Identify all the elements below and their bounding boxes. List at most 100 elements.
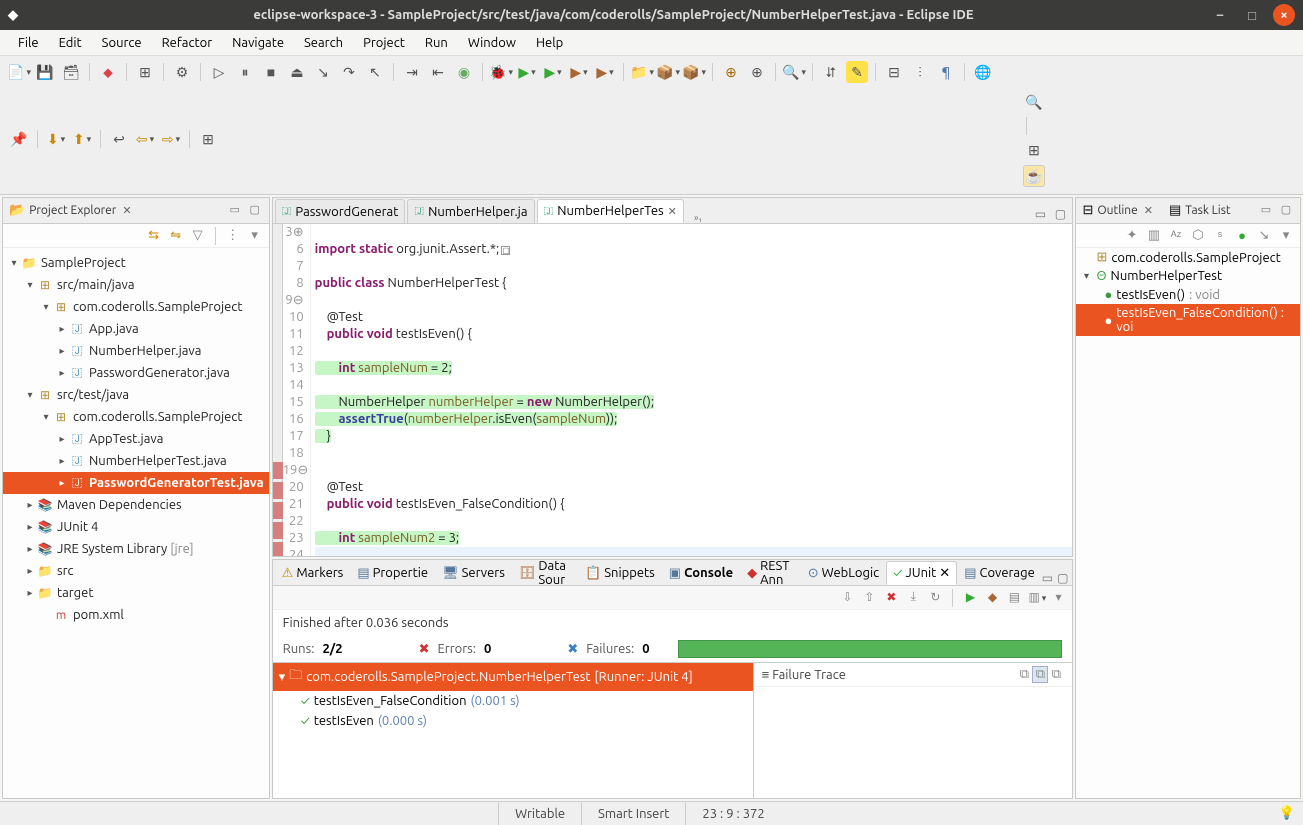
tree-maven[interactable]: ▸📚Maven Dependencies (3, 494, 269, 516)
run-button[interactable]: ▶ (516, 61, 538, 83)
maximize-button[interactable]: □ (1241, 4, 1263, 26)
code-content[interactable]: import static org.junit.Assert.*;▢ publi… (311, 224, 1073, 556)
tree-pkg-test[interactable]: ▾⊞com.coderolls.SampleProject (3, 406, 269, 428)
build-button[interactable]: ⚙ (171, 61, 193, 83)
outline-tree[interactable]: ⊞com.coderolls.SampleProject ▾ΘNumberHel… (1076, 248, 1300, 798)
back-button[interactable]: ⇦ (134, 128, 156, 150)
filter-icon[interactable]: ▽ (190, 228, 206, 244)
menu-help[interactable]: Help (526, 33, 573, 53)
close-button[interactable]: × (1273, 4, 1295, 26)
resume-icon[interactable]: ▷ (208, 61, 230, 83)
focus-icon[interactable]: ⋮ (225, 228, 241, 244)
task-button[interactable]: ◉ (453, 61, 475, 83)
more-tabs-indicator[interactable]: »₁ (686, 212, 710, 223)
maximize-view-icon[interactable]: ▢ (247, 203, 263, 219)
highlight-button[interactable]: ✎ (846, 61, 868, 83)
hide-fields-icon[interactable]: ⬡ (1190, 228, 1206, 244)
rerun-failed-icon[interactable]: ▶ (962, 590, 978, 606)
close-icon[interactable]: ✕ (668, 205, 677, 218)
focus-icon[interactable]: ✦ (1124, 228, 1140, 244)
external-button[interactable]: ▶ (594, 61, 616, 83)
save-button[interactable]: 💾 (34, 61, 56, 83)
tab-datasource[interactable]: 🗄Data Sour (512, 561, 578, 585)
suspend-icon[interactable]: ⏸ (234, 61, 256, 83)
scroll-lock-icon[interactable]: ⤓ (905, 590, 921, 606)
view-menu-icon[interactable]: ▾ (247, 228, 263, 244)
junit-menu-icon[interactable]: ▾ (1050, 590, 1066, 606)
annotation-next-button[interactable]: ⬇ (45, 128, 67, 150)
prev-failure-icon[interactable]: ⇧ (861, 590, 877, 606)
view-close-icon[interactable]: ✕ (1144, 204, 1153, 217)
compare-icon[interactable]: ⧉ (1016, 667, 1032, 682)
tab-weblogic[interactable]: ⊙WebLogic (801, 561, 886, 585)
tree-src-main[interactable]: ▾⊞src/main/java (3, 274, 269, 296)
tree-file-apptest[interactable]: ▸🇯AppTest.java (3, 428, 269, 450)
web-browser-icon[interactable]: 🌐 (972, 61, 994, 83)
outline-method-testiseven-false[interactable]: ●testIsEven_FalseCondition() : voi (1076, 304, 1300, 336)
outline-class[interactable]: ▾ΘNumberHelperTest (1076, 267, 1300, 285)
outline-menu-icon[interactable]: ▾ (1278, 228, 1294, 244)
menu-file[interactable]: File (8, 33, 49, 53)
hide-nonpublic-icon[interactable]: ● (1234, 228, 1250, 244)
close-icon[interactable]: ✕ (939, 566, 950, 581)
link-editor-icon[interactable]: ⇋ (168, 228, 184, 244)
tree-file-nh[interactable]: ▸🇯NumberHelper.java (3, 340, 269, 362)
tab-snippets[interactable]: 📋Snippets (578, 561, 662, 585)
bottom-minimize-icon[interactable]: ▭ (1042, 571, 1053, 585)
view-close-icon[interactable]: ✕ (122, 204, 131, 217)
hide-local-icon[interactable]: ↘ (1256, 228, 1272, 244)
layout-icon[interactable]: ▥ (1028, 590, 1044, 606)
junit-suite-row[interactable]: ▾🗀 com.coderolls.SampleProject.NumberHel… (273, 663, 753, 691)
paragraph-icon[interactable]: ¶ (935, 61, 957, 83)
run-last-button[interactable]: ▶ (568, 61, 590, 83)
menu-navigate[interactable]: Navigate (222, 33, 294, 53)
tree-junit[interactable]: ▸📚JUnit 4 (3, 516, 269, 538)
tree-file-pg[interactable]: ▸🇯PasswordGenerator.java (3, 362, 269, 384)
editor-minimize-icon[interactable]: ▭ (1032, 207, 1048, 223)
step-return-icon[interactable]: ↖ (364, 61, 386, 83)
tab-properties[interactable]: ▤Propertie (350, 561, 435, 585)
open-perspective-button[interactable]: ⊞ (1023, 139, 1045, 161)
toggle-button[interactable]: ⊞ (134, 61, 156, 83)
code-editor[interactable]: 3⊕ 6 7 8 9⊖ 10 11 12 13 14 15 16 17 18 1… (273, 224, 1073, 556)
minimize-view-icon[interactable]: ▭ (227, 203, 243, 219)
save-all-button[interactable]: 🗃 (60, 61, 82, 83)
tree-pom[interactable]: mpom.xml (3, 604, 269, 626)
git-button[interactable]: ⬥ (97, 61, 119, 83)
menu-edit[interactable]: Edit (49, 33, 92, 53)
history-icon[interactable]: ▤ (1006, 590, 1022, 606)
tab-number-helper[interactable]: 🇯NumberHelper.ja (407, 199, 534, 223)
new-class-button[interactable]: 📦 (657, 61, 679, 83)
next-failure-icon[interactable]: ⇩ (839, 590, 855, 606)
tree-src[interactable]: ▸📁src (3, 560, 269, 582)
new-package-button[interactable]: 📦 (683, 61, 705, 83)
tree-file-pgtest[interactable]: ▸🇯PasswordGeneratorTest.java (3, 472, 269, 494)
tab-markers[interactable]: ⚠Markers (275, 561, 351, 585)
menu-search[interactable]: Search (294, 33, 353, 53)
drop-frame-icon[interactable]: ⇥ (401, 61, 423, 83)
tab-servers[interactable]: 🖥Servers (435, 561, 512, 585)
show-failures-icon[interactable]: ✖ (883, 590, 899, 606)
menu-window[interactable]: Window (458, 33, 526, 53)
new-server-button[interactable]: 📁 (631, 61, 653, 83)
debug-button[interactable]: 🐞 (490, 61, 512, 83)
forward-button[interactable]: ⇨ (160, 128, 182, 150)
rerun-test-icon[interactable]: ↻ (927, 590, 943, 606)
tab-coverage[interactable]: ▤Coverage (957, 561, 1042, 585)
copy-trace-icon[interactable]: ⧉ (1048, 667, 1064, 682)
az-icon[interactable]: ᴬᶻ (1168, 228, 1184, 244)
outline-package[interactable]: ⊞com.coderolls.SampleProject (1076, 248, 1300, 267)
pin-button[interactable]: 📌 (8, 128, 30, 150)
step-into-icon[interactable]: ↘ (312, 61, 334, 83)
collapse-all-icon[interactable]: ⇆ (146, 228, 162, 244)
open-task-button[interactable]: ⊕ (746, 61, 768, 83)
minimize-button[interactable]: – (1209, 4, 1231, 26)
last-edit-button[interactable]: ↩ (108, 128, 130, 150)
tree-target[interactable]: ▸📁target (3, 582, 269, 604)
toggle-block-icon[interactable]: ⊟ (883, 61, 905, 83)
search-button[interactable]: 🔍 (783, 61, 805, 83)
menu-project[interactable]: Project (353, 33, 415, 53)
menu-source[interactable]: Source (92, 33, 152, 53)
tab-junit[interactable]: ✓JUnit✕ (886, 561, 957, 585)
bottom-maximize-icon[interactable]: ▢ (1057, 571, 1068, 585)
